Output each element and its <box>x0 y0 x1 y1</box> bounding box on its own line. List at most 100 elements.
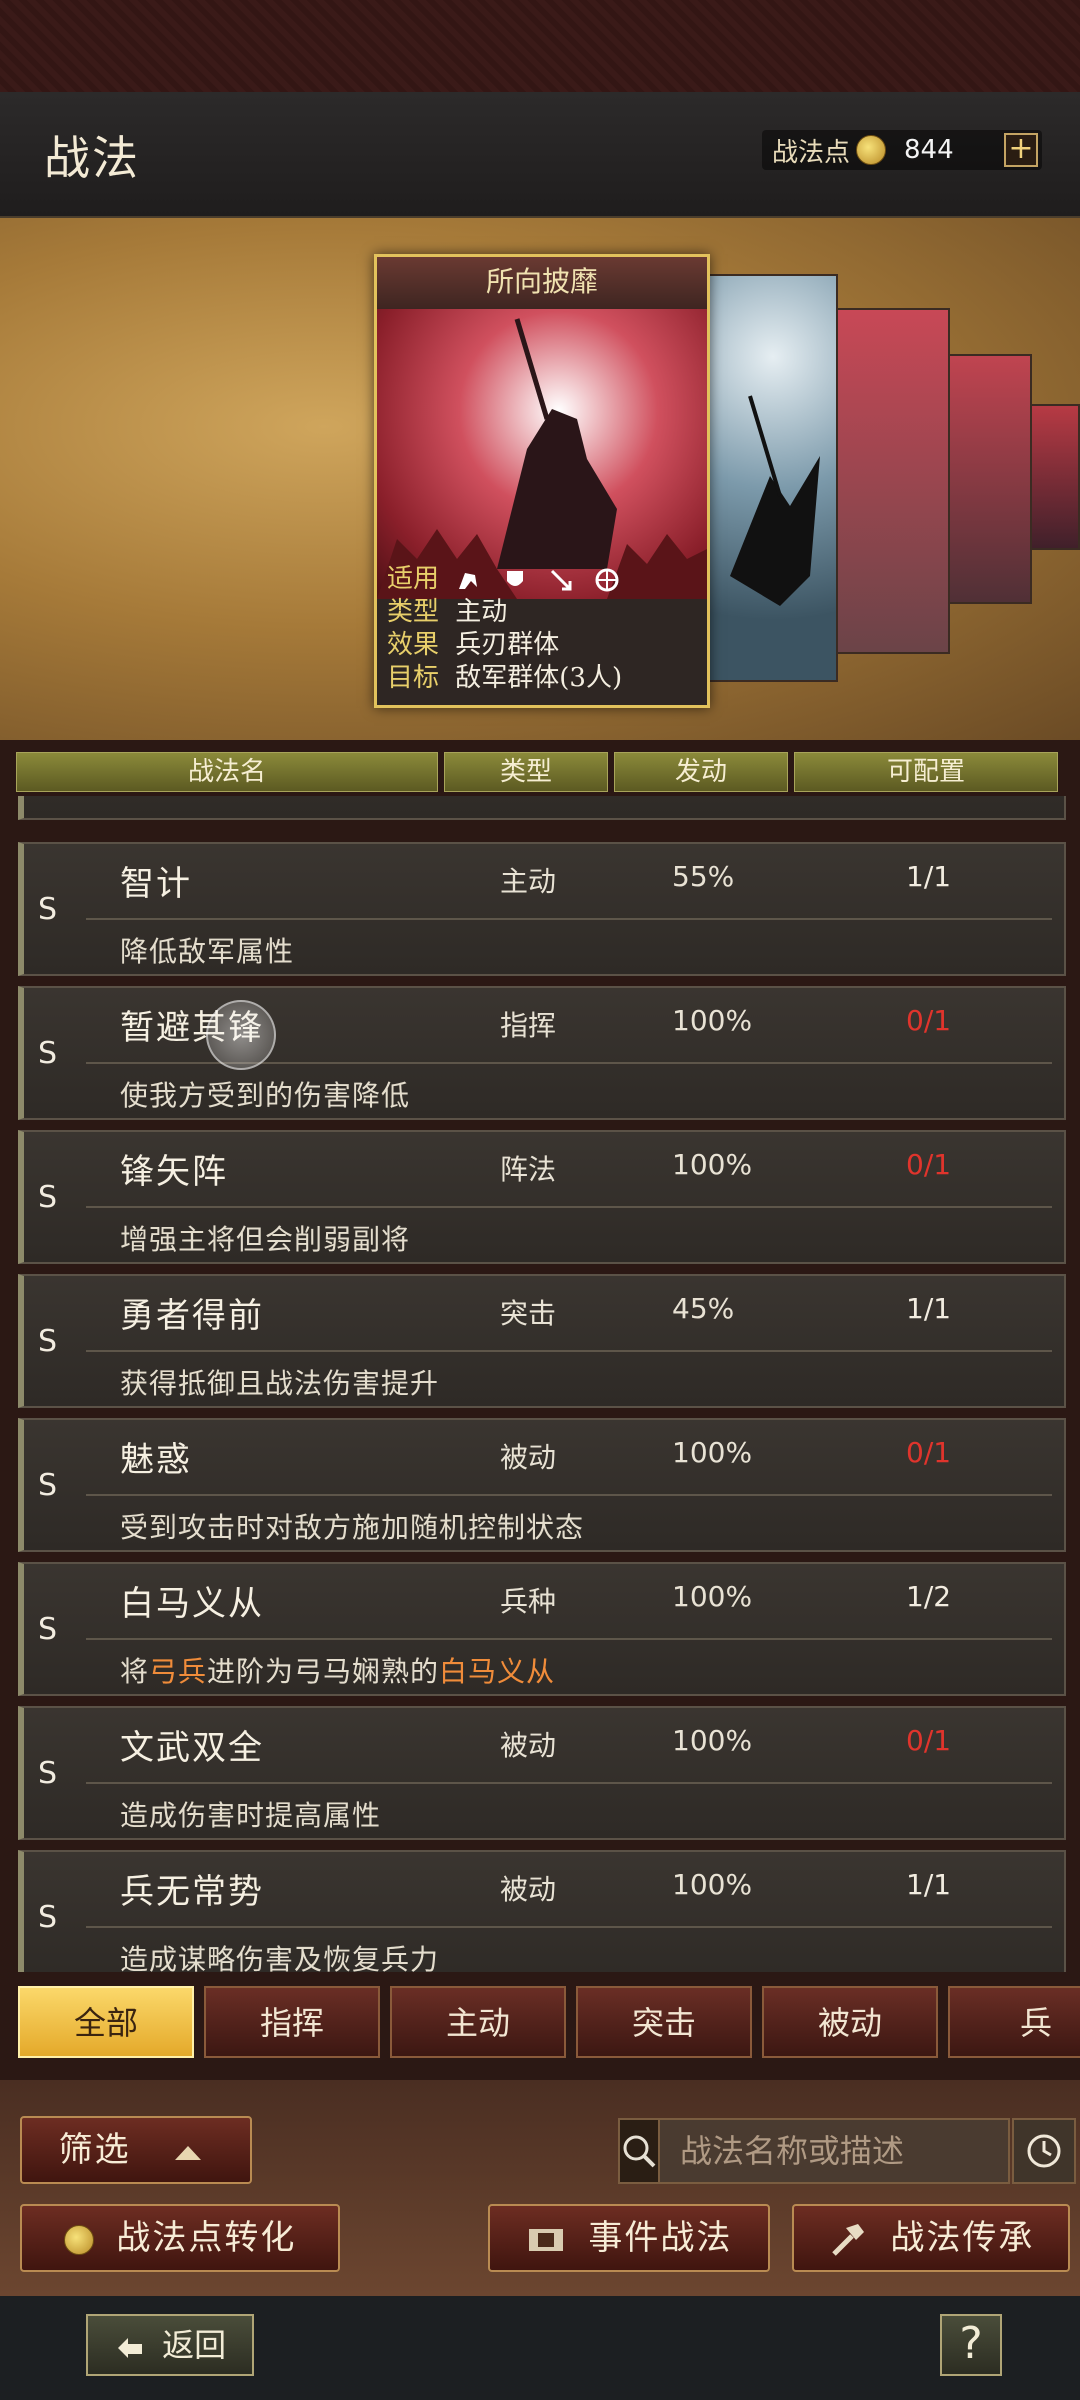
tactic-type: 阵法 <box>500 1153 557 1186</box>
effect-label: 效果 <box>387 630 440 660</box>
shield-icon <box>506 571 523 586</box>
tactic-rate: 55% <box>672 860 735 893</box>
list-item[interactable]: S 勇者得前 突击 45% 1/1 获得抵御且战法伤害提升 <box>18 1274 1066 1408</box>
tab-all[interactable]: 全部 <box>18 1986 194 2058</box>
coin-icon <box>63 2225 94 2255</box>
tab-passive[interactable]: 被动 <box>762 1986 938 2058</box>
general-silhouette-icon <box>377 318 707 599</box>
list-item[interactable]: S 暂避其锋 指挥 100% 0/1 使我方受到的伤害降低 <box>18 986 1066 1120</box>
tactic-desc: 造成伤害时提高属性 <box>120 1799 382 1832</box>
row-divider <box>86 1494 1052 1496</box>
featured-card-info: 适用 类型 主动 效果 兵刃群体 目标 敌军群体(3人) <box>387 563 632 695</box>
tactic-points-box: 战法点 844 + <box>762 130 1042 170</box>
page-title: 战法 <box>44 131 140 185</box>
featured-tactic-card[interactable]: 所向披靡 适用 类型 主动 效果 兵刃群体 目标 敌军群体(3人) <box>374 254 710 708</box>
grade-badge: S <box>38 892 58 927</box>
desc-text: 进阶为弓马娴熟的 <box>207 1655 440 1688</box>
desc-text: 将 <box>120 1655 150 1688</box>
tactic-rate: 100% <box>672 1436 753 1469</box>
list-item[interactable]: S 文武双全 被动 100% 0/1 造成伤害时提高属性 <box>18 1706 1066 1840</box>
tactic-inherit-button[interactable]: 战法传承 <box>792 2204 1070 2272</box>
grade-badge: S <box>38 1468 58 1503</box>
chariot-icon <box>595 568 619 592</box>
type-label: 类型 <box>387 597 440 627</box>
tactic-list[interactable]: S 智计 主动 55% 1/1 降低敌军属性 S 暂避其锋 指挥 100% 0/… <box>18 796 1066 1972</box>
convert-points-label: 战法点转化 <box>116 2218 297 2258</box>
featured-card-art <box>377 309 707 599</box>
chevron-up-icon <box>175 2146 202 2160</box>
hammer-icon <box>831 2224 864 2256</box>
convert-points-button[interactable]: 战法点转化 <box>20 2204 340 2272</box>
tactic-type: 被动 <box>500 1873 557 1906</box>
list-item[interactable]: S 魅惑 被动 100% 0/1 受到攻击时对敌方施加随机控制状态 <box>18 1418 1066 1552</box>
tab-troop[interactable]: 兵 <box>948 1986 1080 2058</box>
history-button[interactable] <box>1012 2118 1076 2184</box>
list-item[interactable]: S 白马义从 兵种 100% 1/2 将弓兵进阶为弓马娴熟的白马义从 <box>18 1562 1066 1696</box>
target-label: 目标 <box>387 663 440 693</box>
event-tactics-label: 事件战法 <box>588 2218 733 2258</box>
featured-effect-value: 兵刃群体 <box>455 630 560 660</box>
archer-icon <box>550 569 572 591</box>
tactic-config: 1/1 <box>906 860 952 893</box>
tactic-desc: 增强主将但会削弱副将 <box>120 1223 411 1256</box>
tactic-rate: 100% <box>672 1724 753 1757</box>
event-tactics-button[interactable]: 事件战法 <box>488 2204 770 2272</box>
tactic-name: 魅惑 <box>120 1440 192 1480</box>
tactic-type: 被动 <box>500 1729 557 1762</box>
tactic-name: 勇者得前 <box>120 1296 264 1336</box>
tactic-rate: 45% <box>672 1292 735 1325</box>
tactic-rate: 100% <box>672 1868 753 1901</box>
row-divider <box>86 1350 1052 1352</box>
back-button[interactable]: 返回 <box>86 2314 254 2376</box>
list-item[interactable]: S 锋矢阵 阵法 100% 0/1 增强主将但会削弱副将 <box>18 1130 1066 1264</box>
tab-command[interactable]: 指挥 <box>204 1986 380 2058</box>
tactic-points-value: 844 <box>904 135 954 165</box>
featured-target-value: 敌军群体(3人) <box>455 663 623 693</box>
tactic-type: 被动 <box>500 1441 557 1474</box>
help-button[interactable]: ? <box>940 2314 1002 2376</box>
tactic-type: 突击 <box>500 1297 557 1330</box>
list-item[interactable]: S 兵无常势 被动 100% 1/1 造成谋略伤害及恢复兵力 <box>18 1850 1066 1972</box>
tactic-name: 锋矢阵 <box>120 1152 228 1192</box>
tactic-desc: 降低敌军属性 <box>120 935 295 968</box>
search-box <box>618 2118 1080 2184</box>
list-item-partial[interactable] <box>18 796 1066 820</box>
touch-indicator <box>206 1000 276 1070</box>
card-stack-back-3[interactable] <box>948 354 1032 604</box>
tactic-name: 智计 <box>120 864 192 904</box>
tactic-config: 1/1 <box>906 1868 952 1901</box>
tactic-desc: 受到攻击时对敌方施加随机控制状态 <box>120 1511 585 1544</box>
search-icon[interactable] <box>620 2120 660 2182</box>
desc-highlight: 白马义从 <box>439 1655 556 1688</box>
column-header-config[interactable]: 可配置 <box>794 752 1058 792</box>
clock-icon <box>1027 2134 1061 2168</box>
tactic-points-label: 战法点 <box>772 137 851 168</box>
column-header-type[interactable]: 类型 <box>444 752 608 792</box>
card-stack-back-4[interactable] <box>1026 404 1080 550</box>
filter-button[interactable]: 筛选 <box>20 2116 252 2184</box>
tactic-config: 1/2 <box>906 1580 952 1613</box>
column-header-name[interactable]: 战法名 <box>16 752 438 792</box>
cavalry-icon <box>459 573 478 589</box>
tactic-name: 白马义从 <box>120 1584 264 1624</box>
card-stack-back-1[interactable] <box>708 274 838 682</box>
grade-badge: S <box>38 1900 58 1935</box>
tactic-rate: 100% <box>672 1148 753 1181</box>
card-stack-back-2[interactable] <box>836 308 950 654</box>
row-divider <box>86 1638 1052 1640</box>
tactic-config: 0/1 <box>906 1148 952 1181</box>
tab-active[interactable]: 主动 <box>390 1986 566 2058</box>
row-divider <box>86 918 1052 920</box>
tactic-rate: 100% <box>672 1580 753 1613</box>
tactic-desc: 使我方受到的伤害降低 <box>120 1079 411 1112</box>
list-item[interactable]: S 智计 主动 55% 1/1 降低敌军属性 <box>18 842 1066 976</box>
tab-assault[interactable]: 突击 <box>576 1986 752 2058</box>
grade-badge: S <box>38 1036 58 1071</box>
column-header-rate[interactable]: 发动 <box>614 752 788 792</box>
tactic-config: 0/1 <box>906 1436 952 1469</box>
add-points-button[interactable]: + <box>1004 133 1038 167</box>
tactic-type: 指挥 <box>500 1009 557 1042</box>
desc-highlight: 弓兵 <box>149 1655 208 1688</box>
back-label: 返回 <box>162 2326 227 2364</box>
row-divider <box>86 1782 1052 1784</box>
